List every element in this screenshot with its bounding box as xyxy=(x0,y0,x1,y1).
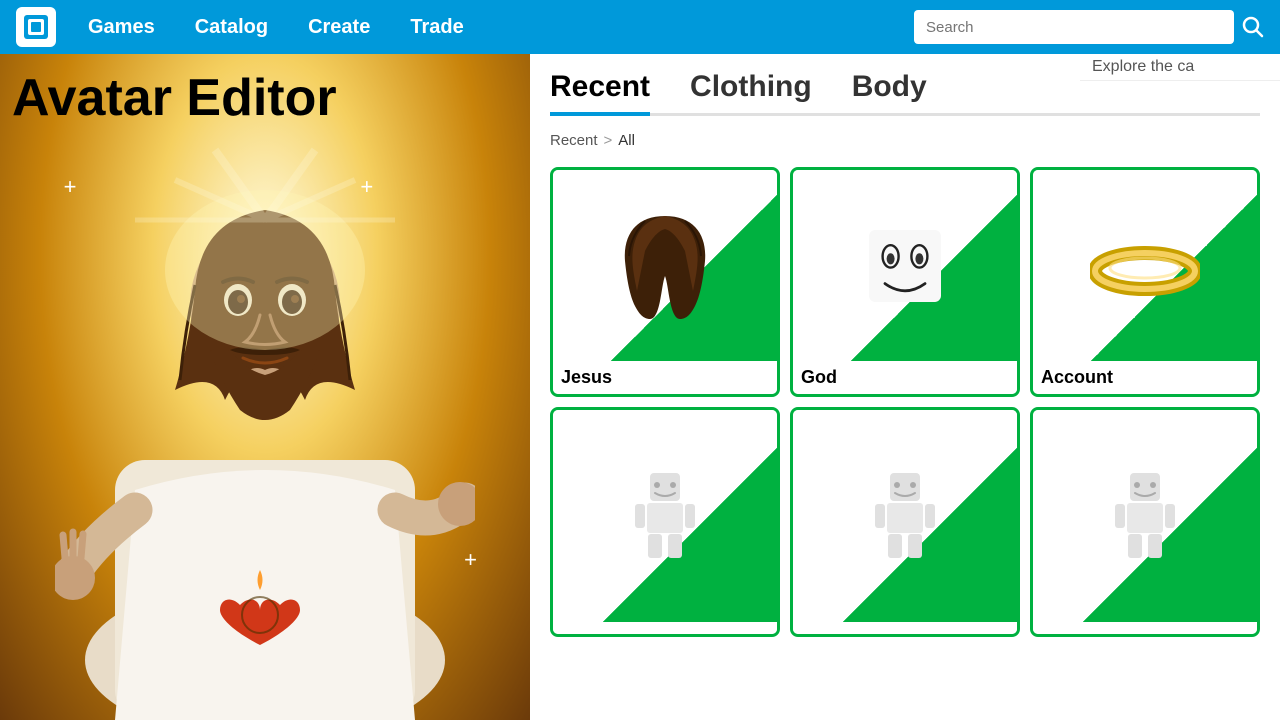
tab-clothing[interactable]: Clothing xyxy=(690,70,812,116)
search-input[interactable] xyxy=(914,10,1234,44)
nav-catalog[interactable]: Catalog xyxy=(187,12,276,43)
roblox-character-1 xyxy=(635,471,695,561)
search-area xyxy=(914,10,1264,44)
crosshair-tl: + xyxy=(64,174,77,200)
jesus-figure-svg xyxy=(55,140,475,720)
item-image-god xyxy=(793,170,1017,361)
item-label-god: God xyxy=(793,361,1017,394)
crosshair-tr: + xyxy=(360,174,373,200)
roblox-logo[interactable] xyxy=(16,7,56,47)
item-label-char1 xyxy=(553,622,777,634)
navbar: Games Catalog Create Trade xyxy=(0,0,1280,54)
breadcrumb: Recent > All xyxy=(550,132,1260,149)
item-card-char1[interactable] xyxy=(550,407,780,637)
tab-body[interactable]: Body xyxy=(852,70,927,116)
roblox-character-3 xyxy=(1115,471,1175,561)
item-label-char2 xyxy=(793,622,1017,634)
right-panel: Recent Clothing Body Recent > All xyxy=(530,54,1280,720)
page-title: Avatar Editor xyxy=(12,70,337,127)
search-button[interactable] xyxy=(1242,16,1264,38)
item-card-account[interactable]: Account xyxy=(1030,167,1260,397)
item-image-char1 xyxy=(553,410,777,622)
item-card-char2[interactable] xyxy=(790,407,1020,637)
nav-trade[interactable]: Trade xyxy=(402,12,471,43)
item-card-jesus[interactable]: Jesus xyxy=(550,167,780,397)
item-card-char3[interactable] xyxy=(1030,407,1260,637)
nav-create[interactable]: Create xyxy=(300,12,378,43)
breadcrumb-parent[interactable]: Recent xyxy=(550,132,598,149)
item-image-account xyxy=(1033,170,1257,361)
explore-catalog-text: Explore the ca xyxy=(1080,54,1280,81)
item-label-jesus: Jesus xyxy=(553,361,777,394)
breadcrumb-separator: > xyxy=(604,132,613,149)
breadcrumb-current: All xyxy=(618,132,635,149)
item-label-account: Account xyxy=(1033,361,1257,394)
roblox-character-2 xyxy=(875,471,935,561)
nav-games[interactable]: Games xyxy=(80,12,163,43)
item-image-char2 xyxy=(793,410,1017,622)
tab-recent[interactable]: Recent xyxy=(550,70,650,116)
crosshair-br: + xyxy=(464,547,477,573)
item-image-char3 xyxy=(1033,410,1257,622)
item-label-char3 xyxy=(1033,622,1257,634)
left-panel: Avatar Editor + + + xyxy=(0,54,530,720)
avatar-preview: + + + xyxy=(0,54,530,720)
item-card-god[interactable]: God xyxy=(790,167,1020,397)
item-image-jesus xyxy=(553,170,777,361)
items-grid: Jesus xyxy=(550,167,1260,637)
main-content: Avatar Editor + + + xyxy=(0,54,1280,720)
